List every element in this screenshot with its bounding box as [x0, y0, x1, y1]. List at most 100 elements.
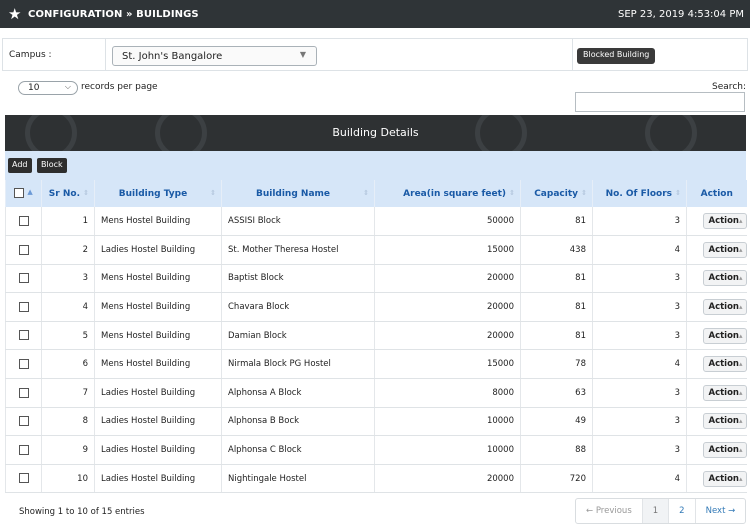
row-checkbox[interactable]	[18, 359, 29, 370]
caret-icon: ▴	[738, 303, 743, 312]
cell-capacity: 81	[520, 207, 593, 237]
action-label: Action	[708, 273, 739, 284]
cell-building-name: St. Mother Theresa Hostel	[221, 235, 375, 265]
row-checkbox[interactable]	[18, 273, 29, 284]
cell-sr-no: 2	[41, 235, 95, 265]
page-length-value: 10	[28, 83, 40, 93]
col-capacity[interactable]: Capacity ⇕	[520, 180, 593, 207]
action-button[interactable]: Action▴	[703, 384, 747, 401]
page-2-button[interactable]: 2	[668, 499, 694, 523]
cell-floors: 3	[592, 378, 687, 408]
records-per-page-label: records per page	[81, 82, 158, 92]
chevron-down-icon: ▼	[299, 50, 306, 59]
cell-action: Action▴	[686, 321, 747, 351]
row-checkbox[interactable]	[18, 215, 29, 226]
cell-capacity: 720	[520, 464, 593, 494]
action-button[interactable]: Action▴	[703, 413, 747, 430]
row-select-cell	[5, 292, 42, 322]
cell-building-name: Baptist Block	[221, 264, 375, 294]
previous-page-button[interactable]: ← Previous	[576, 499, 642, 523]
row-checkbox[interactable]	[18, 416, 29, 427]
cell-area: 10000	[374, 435, 521, 465]
cell-action: Action▴	[686, 378, 747, 408]
cell-action: Action▴	[686, 349, 747, 380]
cell-area: 8000	[374, 378, 521, 408]
campus-select[interactable]: St. John's Bangalore ▼	[112, 46, 317, 66]
page-title: CONFIGURATION » BUILDINGS	[28, 8, 199, 20]
action-button[interactable]: Action▴	[703, 327, 747, 344]
page-length-select[interactable]: 10 ⌵	[18, 81, 78, 95]
cell-building-type: Ladies Hostel Building	[94, 464, 222, 494]
action-button[interactable]: Action▴	[703, 356, 747, 373]
caret-icon: ▴	[738, 474, 743, 483]
action-label: Action	[708, 216, 739, 227]
page-1-button[interactable]: 1	[641, 499, 669, 523]
top-bar: ★ CONFIGURATION » BUILDINGS SEP 23, 2019…	[0, 0, 750, 28]
sort-icon: ⇕	[675, 189, 681, 197]
cell-building-name: Nightingale Hostel	[221, 464, 375, 494]
cell-building-type: Mens Hostel Building	[94, 292, 222, 322]
table-row: 9 Ladies Hostel Building Alphonsa C Block 1…	[5, 435, 747, 465]
row-select-cell	[5, 464, 42, 494]
action-button[interactable]: Action▴	[703, 442, 747, 459]
cell-sr-no: 4	[41, 292, 95, 322]
cell-sr-no: 8	[41, 407, 95, 437]
table-row: 8 Ladies Hostel Building Alphonsa B Bock 10…	[5, 407, 747, 437]
col-building-type[interactable]: Building Type ⇕	[94, 180, 222, 207]
blocked-building-button[interactable]: Blocked Building	[577, 48, 656, 64]
cell-capacity: 78	[520, 349, 593, 380]
action-button[interactable]: Action▴	[703, 241, 747, 258]
row-checkbox[interactable]	[18, 444, 29, 455]
sort-icon: ⇕	[581, 189, 587, 197]
row-checkbox[interactable]	[18, 387, 29, 398]
row-select-cell	[5, 407, 42, 437]
star-icon: ★	[8, 5, 22, 23]
action-button[interactable]: Action▴	[703, 299, 747, 316]
caret-icon: ▴	[738, 417, 743, 426]
search-input[interactable]	[575, 92, 745, 112]
datetime: SEP 23, 2019 4:53:04 PM	[618, 8, 744, 20]
cell-building-type: Ladies Hostel Building	[94, 378, 222, 408]
row-checkbox[interactable]	[18, 301, 29, 312]
cell-building-type: Ladies Hostel Building	[94, 407, 222, 437]
table-row: 2 Ladies Hostel Building St. Mother Theres…	[5, 235, 747, 265]
col-sr-no[interactable]: Sr No. ⇕	[41, 180, 95, 207]
caret-icon: ▴	[738, 360, 743, 369]
table-row: 4 Mens Hostel Building Chavara Block 20000 8…	[5, 292, 747, 322]
col-floors[interactable]: No. Of Floors ⇕	[592, 180, 687, 207]
cell-sr-no: 7	[41, 378, 95, 408]
cell-building-type: Ladies Hostel Building	[94, 435, 222, 465]
col-area[interactable]: Area(in square feet) ⇕	[374, 180, 521, 207]
row-checkbox[interactable]	[18, 244, 29, 255]
cell-building-name: Alphonsa C Block	[221, 435, 375, 465]
cell-building-name: Damian Block	[221, 321, 375, 351]
table-row: 3 Mens Hostel Building Baptist Block 20000 8…	[5, 264, 747, 294]
action-button[interactable]: Action▴	[703, 470, 747, 487]
caret-icon: ▴	[738, 388, 743, 397]
cell-capacity: 81	[520, 292, 593, 322]
next-page-button[interactable]: Next →	[694, 499, 746, 523]
divider	[572, 39, 573, 70]
pagination: ← Previous 1 2 Next →	[575, 498, 747, 524]
col-building-name[interactable]: Building Name ⇕	[221, 180, 375, 207]
cell-sr-no: 6	[41, 349, 95, 380]
cell-building-name: Alphonsa A Block	[221, 378, 375, 408]
buildings-table: ▲ Sr No. ⇕ Building Type ⇕ Building Name ⇕ …	[5, 180, 747, 494]
action-button[interactable]: Action▴	[703, 213, 747, 230]
table-row: 7 Ladies Hostel Building Alphonsa A Block 8…	[5, 378, 747, 408]
cell-area: 20000	[374, 292, 521, 322]
cell-area: 20000	[374, 321, 521, 351]
select-all-checkbox[interactable]	[14, 188, 25, 199]
sort-asc-icon[interactable]: ▲	[27, 188, 32, 196]
block-button[interactable]: Block	[37, 158, 67, 173]
caret-icon: ▴	[738, 245, 743, 254]
row-select-cell	[5, 264, 42, 294]
row-checkbox[interactable]	[18, 473, 29, 484]
action-button[interactable]: Action▴	[703, 270, 747, 287]
row-checkbox[interactable]	[18, 330, 29, 341]
action-label: Action	[708, 473, 739, 484]
add-button[interactable]: Add	[8, 158, 32, 173]
cell-action: Action▴	[686, 264, 747, 294]
table-row: 5 Mens Hostel Building Damian Block 20000 81…	[5, 321, 747, 351]
cell-building-name: Alphonsa B Bock	[221, 407, 375, 437]
